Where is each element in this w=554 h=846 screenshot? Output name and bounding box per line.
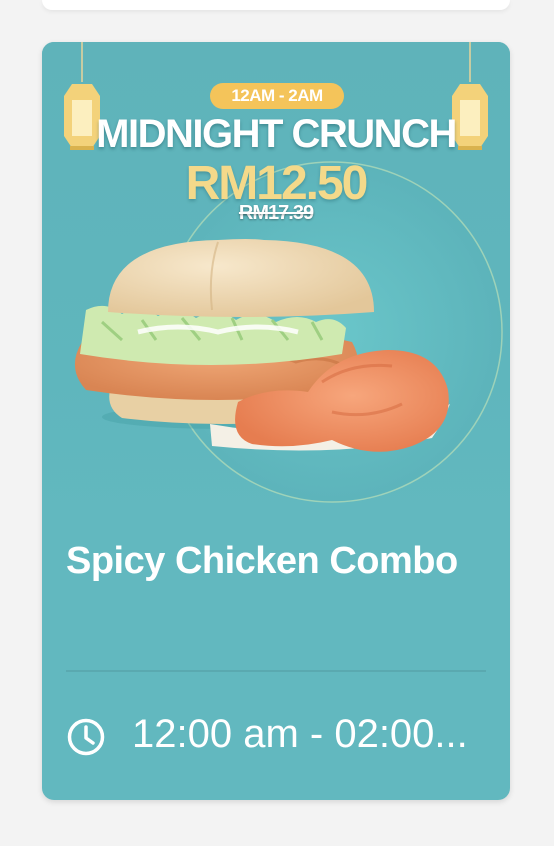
divider <box>66 670 486 672</box>
promo-time-pill: 12AM - 2AM <box>210 83 344 109</box>
promo-card[interactable]: 12AM - 2AM MIDNIGHT CRUNCH RM12.50 RM17.… <box>42 42 510 800</box>
product-name: Spicy Chicken Combo <box>66 540 458 582</box>
previous-card-edge <box>42 0 510 10</box>
promo-title: MIDNIGHT CRUNCH <box>96 112 457 156</box>
promo-banner-image: 12AM - 2AM MIDNIGHT CRUNCH RM12.50 RM17.… <box>42 42 510 522</box>
availability-hours: 12:00 am - 02:00... <box>132 712 468 756</box>
promo-old-price: RM17.39 <box>238 202 314 224</box>
clock-icon <box>67 718 105 756</box>
